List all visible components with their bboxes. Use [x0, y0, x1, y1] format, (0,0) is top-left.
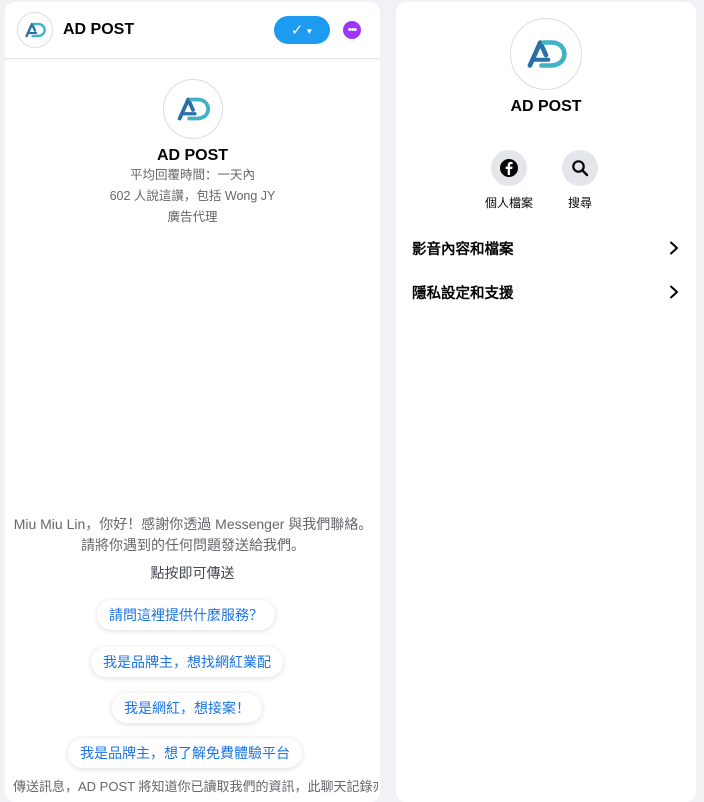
search-action-label: 搜尋 [567, 196, 592, 210]
info-page-name: AD POST [510, 98, 582, 115]
chevron-right-icon [670, 241, 678, 255]
mark-done-button[interactable]: ✓ ▼ [274, 16, 330, 44]
facebook-icon [491, 150, 527, 186]
ad-post-logo-icon [174, 90, 212, 128]
ad-post-logo-icon [523, 31, 569, 77]
caret-down-icon: ▼ [305, 26, 314, 36]
quick-reply-brand-influencer[interactable]: 我是品牌主，想找網紅業配 [91, 647, 283, 677]
page-avatar[interactable] [17, 12, 53, 48]
check-icon: ✓ [290, 22, 304, 39]
menu-item-privacy-support[interactable]: 隱私設定和支援 [412, 280, 680, 304]
info-avatar[interactable] [510, 18, 582, 90]
tap-to-send-hint: 點按即可傳送 [150, 565, 235, 581]
search-icon [562, 150, 598, 186]
quick-reply-free-trial[interactable]: 我是品牌主，想了解免費體驗平台 [68, 738, 302, 768]
profile-action-label: 個人檔案 [484, 196, 533, 210]
chat-header: AD POST ✓ ▼ ••• [5, 2, 380, 59]
profile-avatar[interactable] [162, 79, 223, 139]
page-category: 廣告代理 [167, 210, 218, 224]
menu-item-media-files[interactable]: 影音內容和檔案 [412, 236, 680, 260]
search-action-button[interactable]: 搜尋 [548, 150, 612, 211]
quick-reply-influencer[interactable]: 我是網紅，想接案！ [112, 693, 262, 723]
more-options-button[interactable]: ••• [343, 21, 361, 39]
info-panel: AD POST 個人檔案 搜尋 影音內容和檔案 隱私設定和支援 [396, 2, 696, 802]
response-time: 平均回覆時間：一天內 [129, 168, 255, 182]
menu-item-label: 影音內容和檔案 [412, 241, 514, 258]
menu-item-label: 隱私設定和支援 [412, 285, 514, 302]
welcome-message: Miu Miu Lin，你好！感謝你透過 Messenger 與我們聯絡。請將你… [13, 516, 373, 553]
chat-title[interactable]: AD POST [63, 21, 134, 39]
ad-post-logo-icon [23, 18, 47, 42]
chat-profile-block: AD POST 平均回覆時間：一天內 602 人說這讚，包括 Wong JY 廣… [5, 79, 380, 228]
chevron-right-icon [670, 285, 678, 299]
privacy-notice: 傳送訊息，AD POST 將知道你已讀取我們的資訊，此聊天記錄亦可能會保存以提供… [13, 779, 378, 794]
more-dots-icon: ••• [347, 23, 358, 36]
chat-panel: AD POST ✓ ▼ ••• AD POST 平均回覆時間：一天內 602 人… [5, 2, 380, 802]
likes-count: 602 人說這讚，包括 Wong JY [109, 189, 276, 203]
profile-name: AD POST [156, 147, 229, 164]
profile-action-button[interactable]: 個人檔案 [477, 150, 541, 211]
quick-reply-services[interactable]: 請問這裡提供什麼服務？ [97, 600, 275, 630]
